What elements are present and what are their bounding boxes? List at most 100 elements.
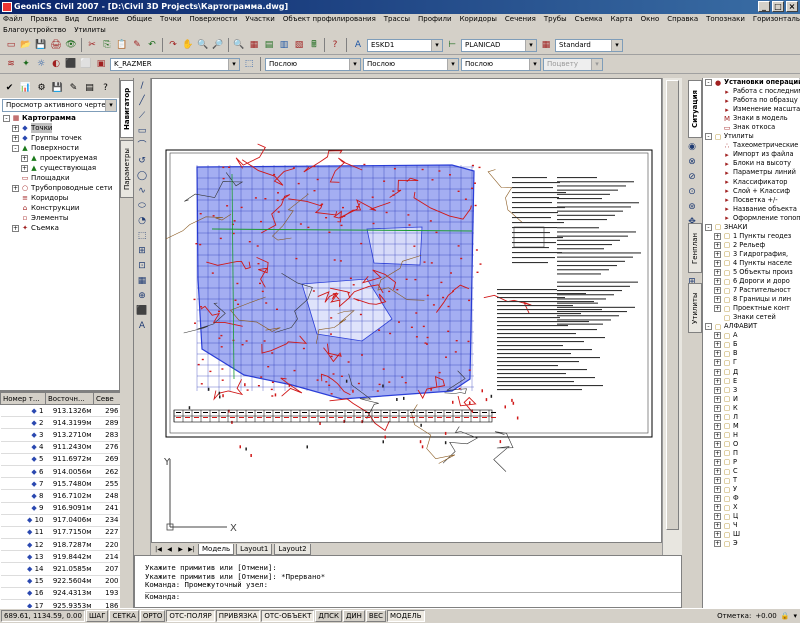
- draw-tool-icon[interactable]: ⬛: [136, 305, 149, 318]
- expand-toggle-icon[interactable]: +: [714, 241, 721, 249]
- draw-tool-icon[interactable]: ⊡: [136, 260, 149, 273]
- tree-item[interactable]: + ▢ Проектные конт: [705, 304, 800, 313]
- tree-item[interactable]: + ▢ 5 Объекты произ: [705, 268, 800, 277]
- draw-tool-icon[interactable]: ⊞: [136, 245, 149, 258]
- toolbar-icon[interactable]: ?: [328, 38, 342, 52]
- status-toggle[interactable]: ОТС-ОБЪЕКТ: [261, 610, 315, 622]
- tab-situation[interactable]: Ситуация: [688, 80, 702, 138]
- tree-item[interactable]: ▭ Площадки: [3, 173, 119, 183]
- tree-item[interactable]: + ▢ С: [705, 467, 800, 476]
- tree-item[interactable]: ▸ Блоки на высоту: [705, 159, 800, 168]
- toolbar-icon[interactable]: 📋: [115, 38, 129, 52]
- menu-item[interactable]: Слияние: [86, 14, 120, 25]
- expand-toggle-icon[interactable]: +: [714, 359, 721, 367]
- expand-toggle-icon[interactable]: +: [714, 449, 721, 457]
- expand-toggle-icon[interactable]: +: [714, 513, 721, 521]
- column-header[interactable]: Номер т...: [0, 392, 46, 405]
- menu-item[interactable]: Общие: [126, 14, 153, 25]
- layer-tool-icon[interactable]: ☼: [34, 57, 48, 71]
- tree-item[interactable]: + ◆ Группы точек: [3, 133, 119, 143]
- tree-item[interactable]: ▫ Элементы: [3, 213, 119, 223]
- table-row[interactable]: ◆ 14 921.0585м 207: [0, 562, 120, 576]
- toolbar-icon[interactable]: ✂: [85, 38, 99, 52]
- draw-tool-icon[interactable]: ↺: [136, 155, 149, 168]
- expand-toggle-icon[interactable]: +: [714, 278, 721, 286]
- panel-tool-icon[interactable]: ▤: [83, 82, 96, 95]
- tree-item[interactable]: + ▢ И: [705, 395, 800, 404]
- draw-tool-icon[interactable]: ◔: [136, 215, 149, 228]
- vertical-scrollbar[interactable]: [662, 78, 682, 555]
- expand-toggle-icon[interactable]: +: [714, 368, 721, 376]
- table-row[interactable]: ◆ 9 916.9091м 241: [0, 502, 120, 515]
- text-style-combo[interactable]: ESKD1: [367, 38, 443, 52]
- table-row[interactable]: ◆ 5 911.6972м 269: [0, 453, 120, 466]
- column-header[interactable]: Севе: [93, 392, 120, 405]
- toolbar-icon[interactable]: 👁: [64, 38, 78, 52]
- expand-toggle-icon[interactable]: +: [714, 386, 721, 394]
- table-row[interactable]: ◆ 12 918.7287м 220: [0, 538, 120, 552]
- tree-item[interactable]: - ▢ АЛФАВИТ: [705, 322, 800, 331]
- draw-tool-icon[interactable]: ▦: [136, 275, 149, 288]
- menu-item[interactable]: Файл: [2, 14, 23, 25]
- table-row[interactable]: ◆ 8 916.7102м 248: [0, 489, 120, 503]
- menu-item[interactable]: Трассы: [383, 14, 411, 25]
- expand-toggle-icon[interactable]: +: [21, 154, 28, 162]
- menu-item[interactable]: Карта: [610, 14, 634, 25]
- panel-tool-icon[interactable]: 💾: [51, 82, 64, 95]
- tab-layout1[interactable]: Layout1: [236, 543, 273, 555]
- toolbar-icon[interactable]: ▥: [277, 38, 291, 52]
- toolbar-icon[interactable]: 🖨: [49, 38, 63, 52]
- toolbar-icon[interactable]: 🔎: [211, 38, 225, 52]
- tree-item[interactable]: + ▢ 7 Растительност: [705, 286, 800, 295]
- expand-toggle-icon[interactable]: +: [714, 305, 721, 313]
- tree-item[interactable]: + ▲ проектируемая: [3, 153, 119, 163]
- draw-tool-icon[interactable]: ⌒: [136, 140, 149, 153]
- tree-item[interactable]: ▸ Название объекта: [705, 205, 800, 214]
- expand-toggle-icon[interactable]: -: [705, 133, 712, 141]
- expand-toggle-icon[interactable]: -: [3, 114, 10, 122]
- tree-item[interactable]: + ▢ Ц: [705, 512, 800, 521]
- status-toggle[interactable]: ШАГ: [85, 610, 109, 622]
- tree-item[interactable]: ▸ Работа по образцу: [705, 96, 800, 105]
- layer-tool-icon[interactable]: ◐: [49, 57, 63, 71]
- tree-item[interactable]: + ▢ Н: [705, 431, 800, 440]
- tab-model[interactable]: Модель: [198, 543, 235, 555]
- tree-item[interactable]: + ▢ У: [705, 485, 800, 494]
- status-toggle[interactable]: ДПСК: [315, 610, 342, 622]
- menu-item[interactable]: Окно: [640, 14, 661, 25]
- table-row[interactable]: ◆ 1 913.1326м 296: [0, 404, 120, 418]
- linetype-combo[interactable]: Послою: [363, 57, 459, 71]
- tree-item[interactable]: + ▢ П: [705, 449, 800, 458]
- draw-tool-icon[interactable]: ⬚: [136, 230, 149, 243]
- expand-toggle-icon[interactable]: +: [714, 404, 721, 412]
- scroll-thumb[interactable]: [666, 80, 679, 530]
- tree-item[interactable]: ▸ Параметры линий: [705, 168, 800, 177]
- menu-item[interactable]: Точки: [159, 14, 182, 25]
- toolbar-icon[interactable]: ✎: [130, 38, 144, 52]
- last-tab-button[interactable]: ▶|: [187, 546, 196, 553]
- tree-item[interactable]: + ▢ Л: [705, 413, 800, 422]
- table-style-combo[interactable]: Standard: [555, 38, 623, 52]
- expand-toggle-icon[interactable]: +: [714, 350, 721, 358]
- expand-toggle-icon[interactable]: +: [714, 377, 721, 385]
- tree-item[interactable]: + ▢ Е: [705, 377, 800, 386]
- view-combo[interactable]: Просмотр активного чертежа: [2, 99, 117, 112]
- tree-item[interactable]: - ● Установки операций: [705, 78, 800, 87]
- menu-item[interactable]: Поверхности: [189, 14, 239, 25]
- expand-toggle-icon[interactable]: +: [714, 531, 721, 539]
- tree-item[interactable]: + ▢ Э: [705, 539, 800, 548]
- layer-combo[interactable]: K_RAZMER: [110, 57, 240, 71]
- table-row[interactable]: ◆ 3 913.2710м 283: [0, 428, 120, 442]
- menu-item[interactable]: Коридоры: [459, 14, 498, 25]
- tree-item[interactable]: + ▢ 8 Границы и лин: [705, 295, 800, 304]
- layer-tool-icon[interactable]: ✦: [19, 57, 33, 71]
- draw-tool-icon[interactable]: ◯: [136, 170, 149, 183]
- tree-item[interactable]: ▭ Знак откоса: [705, 123, 800, 132]
- draw-tool-icon[interactable]: ⬭: [136, 200, 149, 213]
- expand-toggle-icon[interactable]: +: [12, 184, 19, 192]
- tree-item[interactable]: + ▢ М: [705, 422, 800, 431]
- tree-item[interactable]: + ○ Трубопроводные сети: [3, 183, 119, 193]
- tab-genplan[interactable]: Генплан: [688, 223, 702, 273]
- menu-item[interactable]: Трубы: [543, 14, 568, 25]
- status-toggle[interactable]: ДИН: [342, 610, 365, 622]
